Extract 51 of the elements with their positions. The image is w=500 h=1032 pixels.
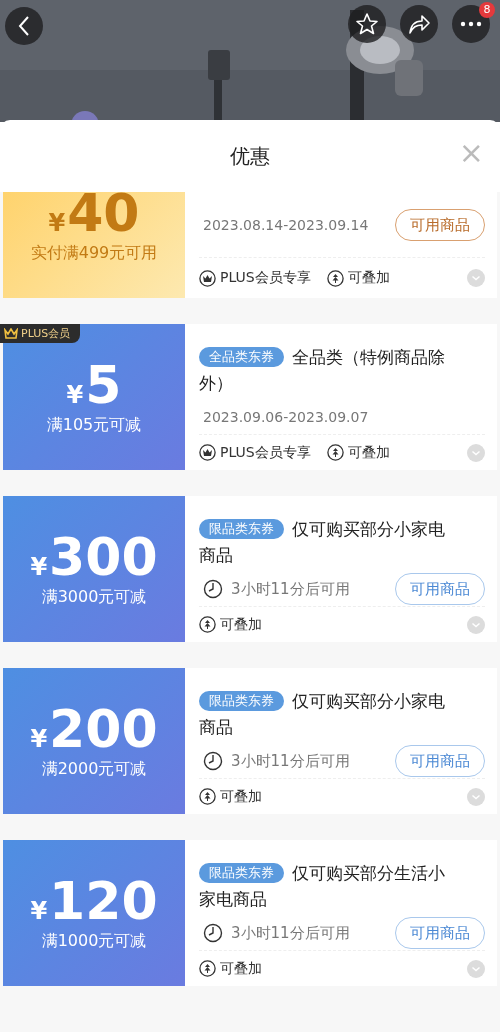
validity-text: 2023.09.06-2023.09.07 [203,409,369,425]
validity-text: 3小时11分后可用 [231,751,350,771]
perk-label: 可叠加 [220,959,262,978]
available-products-button[interactable]: 可用商品 [395,573,485,605]
clock-icon [203,923,223,943]
star-icon [355,12,379,36]
stack-icon [326,269,344,287]
coupon-amount: ¥5 [66,358,122,411]
more-icon [460,21,482,27]
expand-icon[interactable] [467,269,485,287]
coupon-title: 限品类东券 仅可购买部分小家电商品 [199,690,446,739]
expand-icon[interactable] [467,959,485,978]
crown-icon [199,269,216,287]
coupon-title: 限品类东券 仅可购买部分小家电商品 [199,518,446,567]
perk-label: 可叠加 [220,787,262,806]
expand-icon[interactable] [467,787,485,806]
available-products-button[interactable]: 可用商品 [395,209,485,241]
coupon-condition: 满2000元可减 [41,758,147,780]
crown-icon [199,444,216,461]
available-products-button[interactable]: 可用商品 [395,745,485,777]
validity-text: 3小时11分后可用 [231,579,350,599]
coupon-title: 限品类东券 仅可购买部分生活小家电商品 [199,862,446,911]
coupon-amount: ¥120 [30,874,158,927]
stack-icon [199,616,216,633]
coupon-amount: ¥200 [30,702,158,755]
perk-label: PLUS会员专享 [220,269,311,287]
available-products-button[interactable]: 可用商品 [395,917,485,949]
perk-label: 可叠加 [347,443,390,462]
clock-icon [203,751,223,771]
perk-label: 可叠加 [220,615,262,634]
coupon-condition: 满105元可减 [46,414,142,436]
stack-icon [199,788,216,805]
plus-badge: PLUS会员 [0,324,81,343]
sheet-title: 优惠 [230,142,270,170]
share-icon [407,13,431,35]
coupon-amount: ¥40 [48,192,140,239]
perk-label: PLUS会员专享 [220,443,311,462]
coupon-condition: 满3000元可减 [41,586,147,608]
coupon-condition: 满1000元可减 [41,930,147,952]
back-icon [17,15,31,37]
coupon-title: 全品类东券 全品类（特例商品除外） [199,346,446,395]
clock-icon [203,579,223,599]
stack-icon [326,444,344,461]
validity-text: 2023.08.14-2023.09.14 [203,217,369,233]
perk-label: 可叠加 [347,269,390,287]
coupon-amount: ¥300 [30,530,158,583]
expand-icon[interactable] [467,443,485,462]
coupon-condition: 实付满499元可用 [30,242,158,264]
stack-icon [199,960,216,977]
expand-icon[interactable] [467,615,485,634]
validity-text: 3小时11分后可用 [231,923,350,943]
